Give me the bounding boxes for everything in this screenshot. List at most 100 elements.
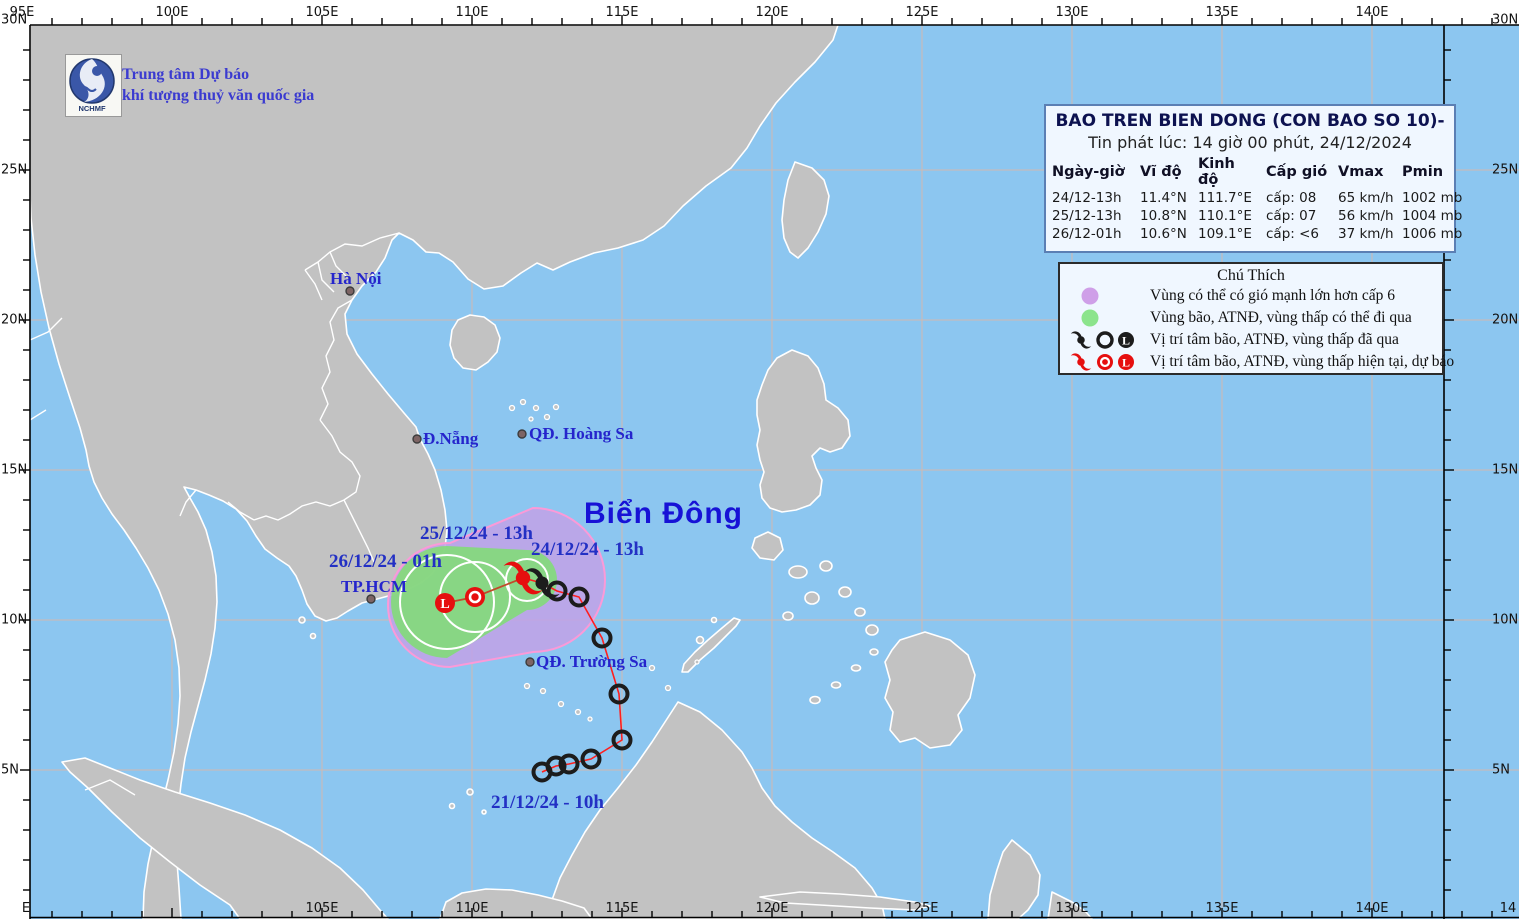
forecast-cell: 111.7°E — [1192, 189, 1260, 207]
axis-label-right: 30N — [1492, 13, 1518, 28]
axis-label-left: 15N — [1, 463, 27, 478]
axis-label-right: 25N — [1492, 163, 1518, 178]
legend-item-label: Vị trí tâm bão, ATNĐ, vùng thấp hiện tại… — [1150, 353, 1454, 371]
axis-label-bottom: 105E — [305, 901, 338, 916]
land-sulu — [810, 697, 820, 704]
place-label: QĐ. Hoàng Sa — [529, 424, 633, 444]
land-sulu — [852, 665, 861, 671]
legend-title: Chú Thích — [1060, 267, 1442, 285]
axis-label-right: 15N — [1492, 463, 1518, 478]
legend-item: Vùng có thể có gió mạnh lớn hơn cấp 6 — [1060, 285, 1442, 307]
land-islet — [450, 804, 455, 809]
forecast-cell: 10.8°N — [1134, 207, 1192, 225]
forecast-cell: 11.4°N — [1134, 189, 1192, 207]
land-visayas — [783, 612, 793, 620]
bulletin-title: BAO TREN BIEN DONG (CON BAO SO 10)- — [1046, 111, 1454, 131]
land-islet — [311, 634, 316, 639]
axis-label-left: 5N — [1, 763, 19, 778]
axis-label-right: 5N — [1492, 763, 1510, 778]
logo-text: NCHMF — [78, 104, 105, 113]
land-islet — [482, 810, 486, 814]
current-markers-icon: L — [1068, 351, 1150, 373]
forecast-col-header: Ngày-giờ — [1046, 155, 1134, 189]
forecast-cell: 24/12-13h — [1046, 189, 1134, 207]
forecast-col-header: Vĩ độ — [1134, 155, 1192, 189]
forecast-row: 26/12-01h10.6°N109.1°Ecấp: <637 km/h1006… — [1046, 225, 1458, 243]
forecast-cell: 25/12-13h — [1046, 207, 1134, 225]
axis-label-top: 105E — [305, 5, 338, 20]
place-label: TP.HCM — [341, 577, 407, 597]
forecast-row: 25/12-13h10.8°N110.1°Ecấp: 0756 km/h1004… — [1046, 207, 1458, 225]
weather-map-screen: L NCHMF Trung tâm Dự báo khí tượng thuỷ … — [0, 0, 1519, 919]
forecast-cell: 37 km/h — [1332, 225, 1396, 243]
axis-label-top: 120E — [755, 5, 788, 20]
forecast-row: 24/12-13h11.4°N111.7°Ecấp: 0865 km/h1002… — [1046, 189, 1458, 207]
axis-label-left: 25N — [1, 163, 27, 178]
place-label: Đ.Nẵng — [423, 429, 478, 449]
legend-item-label: Vùng có thể có gió mạnh lớn hơn cấp 6 — [1150, 287, 1395, 305]
past-markers-icon: L — [1068, 329, 1150, 351]
city-dot — [518, 430, 526, 438]
land-visayas — [820, 561, 832, 571]
axis-label-bottom: E — [22, 901, 30, 916]
land-visayas — [855, 608, 865, 616]
legend-item-label: Vị trí tâm bão, ATNĐ, vùng thấp đã qua — [1150, 331, 1399, 349]
svg-text:L: L — [440, 597, 449, 612]
axis-label-top: 135E — [1205, 5, 1238, 20]
axis-label-top: 140E — [1355, 5, 1388, 20]
axis-label-bottom: 130E — [1055, 901, 1088, 916]
land-visayas — [805, 592, 819, 604]
axis-label-right: 20N — [1492, 313, 1518, 328]
svg-text:L: L — [1122, 356, 1130, 370]
axis-label-bottom: 115E — [605, 901, 638, 916]
forecast-position-marker-L[interactable]: L — [435, 593, 455, 613]
city-dot — [526, 658, 534, 666]
forecast-col-header: Cấp gió — [1260, 155, 1332, 189]
track-date-label: 21/12/24 - 10h — [491, 792, 604, 814]
forecast-col-header: Kinh độ — [1192, 155, 1260, 189]
purple-area-icon — [1068, 285, 1150, 307]
forecast-cell: 109.1°E — [1192, 225, 1260, 243]
storm-bulletin-box: BAO TREN BIEN DONG (CON BAO SO 10)- Tin … — [1044, 104, 1456, 253]
land-islet — [712, 618, 717, 623]
axis-label-bottom: 140E — [1355, 901, 1388, 916]
land-visayas — [866, 625, 878, 635]
forecast-cell: 56 km/h — [1332, 207, 1396, 225]
land-sulu — [832, 682, 841, 688]
axis-label-right: 10N — [1492, 613, 1518, 628]
green-area-icon — [1068, 307, 1150, 329]
axis-label-bottom: 14 — [1500, 901, 1517, 916]
axis-label-left: 10N — [1, 613, 27, 628]
track-date-label: 24/12/24 - 13h — [531, 539, 644, 561]
legend-item: Vùng bão, ATNĐ, vùng thấp có thể đi qua — [1060, 307, 1442, 329]
land-islet — [467, 789, 473, 795]
forecast-col-header: Pmin — [1396, 155, 1458, 189]
axis-label-left: 20N — [1, 313, 27, 328]
forecast-cell: 10.6°N — [1134, 225, 1192, 243]
land-mindanao — [885, 632, 975, 748]
forecast-cell: 65 km/h — [1332, 189, 1396, 207]
forecast-cell: cấp: 08 — [1260, 189, 1332, 207]
svg-text:L: L — [1122, 334, 1130, 348]
forecast-cell: cấp: <6 — [1260, 225, 1332, 243]
city-dot — [413, 435, 421, 443]
bulletin-issued-time: Tin phát lúc: 14 giờ 00 phút, 24/12/2024 — [1046, 133, 1454, 152]
axis-label-top: 125E — [905, 5, 938, 20]
legend-item-label: Vùng bão, ATNĐ, vùng thấp có thể đi qua — [1150, 309, 1412, 327]
axis-label-bottom: 110E — [455, 901, 488, 916]
axis-label-top: 100E — [155, 5, 188, 20]
forecast-table-header: Ngày-giờVĩ độKinh độCấp gióVmaxPmin — [1046, 155, 1458, 189]
place-label: QĐ. Trường Sa — [536, 652, 647, 672]
forecast-cell: 26/12-01h — [1046, 225, 1134, 243]
place-label: Hà Nội — [330, 269, 381, 289]
land-visayas — [789, 566, 807, 578]
legend-item: L Vị trí tâm bão, ATNĐ, vùng thấp đã qua — [1060, 329, 1442, 351]
forecast-cell: 1004 mb — [1396, 207, 1458, 225]
forecast-position-marker-O[interactable] — [465, 587, 485, 607]
axis-label-bottom: 120E — [755, 901, 788, 916]
forecast-cell: 110.1°E — [1192, 207, 1260, 225]
axis-label-bottom: 125E — [905, 901, 938, 916]
axis-label-top: 110E — [455, 5, 488, 20]
axis-label-top: 115E — [605, 5, 638, 20]
axis-label-left: 30N — [1, 13, 27, 28]
